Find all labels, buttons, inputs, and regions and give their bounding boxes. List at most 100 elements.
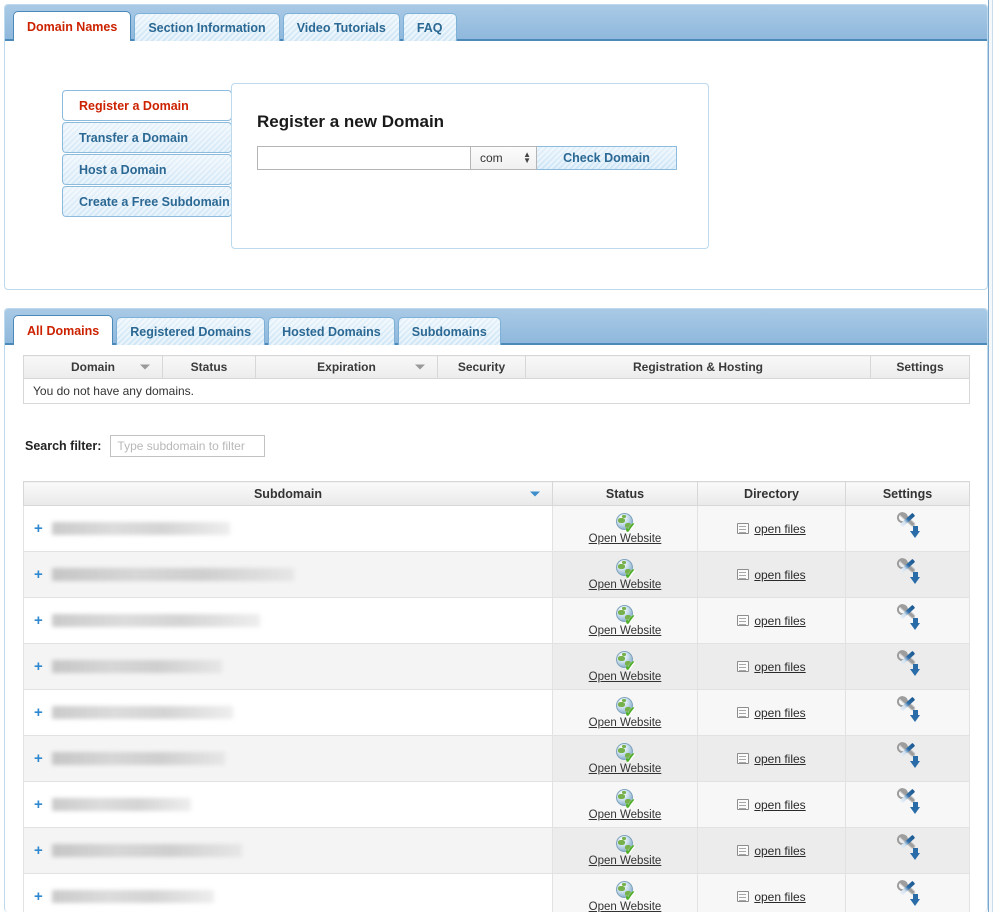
settings-tools-icon[interactable] xyxy=(896,792,920,814)
col-label: Domain xyxy=(71,360,115,374)
subdomain-name-redacted xyxy=(52,844,242,857)
subdomain-name-cell: + xyxy=(24,782,553,828)
subdomain-status-cell: ✓Open Website xyxy=(553,782,698,828)
settings-tools-icon[interactable] xyxy=(896,700,920,722)
settings-tools-icon[interactable] xyxy=(896,562,920,584)
open-files-link[interactable]: open files xyxy=(754,890,805,904)
tld-select[interactable]: com ▲▼ xyxy=(470,146,537,170)
settings-tools-icon[interactable] xyxy=(896,608,920,630)
sort-caret-icon xyxy=(415,365,425,370)
open-files-link[interactable]: open files xyxy=(754,706,805,720)
subdomain-status-cell: ✓Open Website xyxy=(553,506,698,552)
expand-row-icon[interactable]: + xyxy=(34,524,43,534)
menu-item-host-a-domain[interactable]: Host a Domain xyxy=(62,154,232,185)
stepper-arrows-icon: ▲▼ xyxy=(523,152,531,164)
subdomain-status-cell: ✓Open Website xyxy=(553,552,698,598)
subdomain-name-cell: + xyxy=(24,736,553,782)
expand-row-icon[interactable]: + xyxy=(34,754,43,764)
settings-tools-icon[interactable] xyxy=(896,884,920,906)
settings-tools-icon[interactable] xyxy=(896,838,920,860)
folder-icon xyxy=(737,845,749,856)
expand-row-icon[interactable]: + xyxy=(34,846,43,856)
subdomain-row: + ✓Open Website open files xyxy=(24,506,970,552)
settings-tools-icon[interactable] xyxy=(896,654,920,676)
globe-check-icon: ✓ xyxy=(616,559,635,578)
expand-row-icon[interactable]: + xyxy=(34,662,43,672)
col-header-registration-hosting[interactable]: Registration & Hosting xyxy=(526,356,871,379)
open-files-link[interactable]: open files xyxy=(754,522,805,536)
menu-item-register-a-domain[interactable]: Register a Domain xyxy=(62,90,232,121)
subdomain-directory-cell: open files xyxy=(698,690,846,736)
domain-actions-menu: Register a Domain Transfer a Domain Host… xyxy=(62,90,232,218)
col-header-status[interactable]: Status xyxy=(553,482,698,506)
search-filter-row: Search filter: xyxy=(25,435,265,457)
subdomain-name-redacted xyxy=(52,798,191,811)
expand-row-icon[interactable]: + xyxy=(34,892,43,902)
settings-tools-icon[interactable] xyxy=(896,516,920,538)
open-files-link[interactable]: open files xyxy=(754,844,805,858)
subdomain-name-cell: + xyxy=(24,828,553,874)
tab-domain-names[interactable]: Domain Names xyxy=(13,11,131,41)
domains-empty-message: You do not have any domains. xyxy=(24,379,970,404)
menu-item-create-a-free-subdomain[interactable]: Create a Free Subdomain xyxy=(62,186,232,217)
col-header-domain[interactable]: Domain xyxy=(24,356,163,379)
expand-row-icon[interactable]: + xyxy=(34,708,43,718)
globe-check-icon: ✓ xyxy=(616,789,635,808)
subdomain-settings-cell xyxy=(846,828,970,874)
subdomain-name-cell: + xyxy=(24,552,553,598)
settings-tools-icon[interactable] xyxy=(896,746,920,768)
subdomain-status-cell: ✓Open Website xyxy=(553,598,698,644)
col-header-directory[interactable]: Directory xyxy=(698,482,846,506)
expand-row-icon[interactable]: + xyxy=(34,616,43,626)
tab-hosted-domains[interactable]: Hosted Domains xyxy=(268,317,395,345)
open-files-link[interactable]: open files xyxy=(754,614,805,628)
subdomain-settings-cell xyxy=(846,598,970,644)
col-header-expiration[interactable]: Expiration xyxy=(256,356,438,379)
page-edge-fill-outer xyxy=(993,0,1000,912)
tab-registered-domains[interactable]: Registered Domains xyxy=(116,317,265,345)
col-header-subdomain[interactable]: Subdomain xyxy=(24,482,553,506)
subdomains-table-body: + ✓Open Website open files + ✓Open Website op… xyxy=(24,506,970,912)
open-files-link[interactable]: open files xyxy=(754,660,805,674)
col-label: Settings xyxy=(896,360,943,374)
subdomain-name-cell: + xyxy=(24,506,553,552)
tab-video-tutorials[interactable]: Video Tutorials xyxy=(283,13,400,41)
globe-check-icon: ✓ xyxy=(616,605,635,624)
col-header-security[interactable]: Security xyxy=(438,356,526,379)
col-header-settings[interactable]: Settings xyxy=(871,356,970,379)
folder-icon xyxy=(737,615,749,626)
tab-subdomains[interactable]: Subdomains xyxy=(398,317,501,345)
col-label: Status xyxy=(606,487,644,501)
check-domain-button[interactable]: Check Domain xyxy=(537,146,677,170)
tab-label: Registered Domains xyxy=(130,325,251,339)
folder-icon xyxy=(737,569,749,580)
list-tab-strip: All Domains Registered Domains Hosted Do… xyxy=(5,309,987,345)
subdomain-settings-cell xyxy=(846,874,970,912)
open-files-link[interactable]: open files xyxy=(754,798,805,812)
tab-all-domains[interactable]: All Domains xyxy=(13,315,113,345)
subdomain-settings-cell xyxy=(846,552,970,598)
subdomain-directory-cell: open files xyxy=(698,736,846,782)
tab-section-information[interactable]: Section Information xyxy=(134,13,279,41)
subdomain-status-cell: ✓Open Website xyxy=(553,874,698,912)
menu-item-label: Create a Free Subdomain xyxy=(79,195,230,209)
tab-faq[interactable]: FAQ xyxy=(403,13,457,41)
menu-item-transfer-a-domain[interactable]: Transfer a Domain xyxy=(62,122,232,153)
col-header-status[interactable]: Status xyxy=(163,356,256,379)
subdomain-row: + ✓Open Website open files xyxy=(24,598,970,644)
subdomain-name-redacted xyxy=(52,568,294,581)
search-filter-input[interactable] xyxy=(110,435,265,457)
subdomain-row: + ✓Open Website open files xyxy=(24,874,970,912)
open-files-link[interactable]: open files xyxy=(754,568,805,582)
expand-row-icon[interactable]: + xyxy=(34,570,43,580)
subdomain-settings-cell xyxy=(846,736,970,782)
expand-row-icon[interactable]: + xyxy=(34,800,43,810)
page-edge-rule xyxy=(988,0,989,912)
subdomain-directory-cell: open files xyxy=(698,552,846,598)
subdomain-name-redacted xyxy=(52,614,260,627)
domain-name-input[interactable] xyxy=(257,146,470,170)
domains-table: Domain Status Expiration Security Regi xyxy=(23,355,970,404)
open-files-link[interactable]: open files xyxy=(754,752,805,766)
subdomain-row: + ✓Open Website open files xyxy=(24,552,970,598)
col-header-settings[interactable]: Settings xyxy=(846,482,970,506)
